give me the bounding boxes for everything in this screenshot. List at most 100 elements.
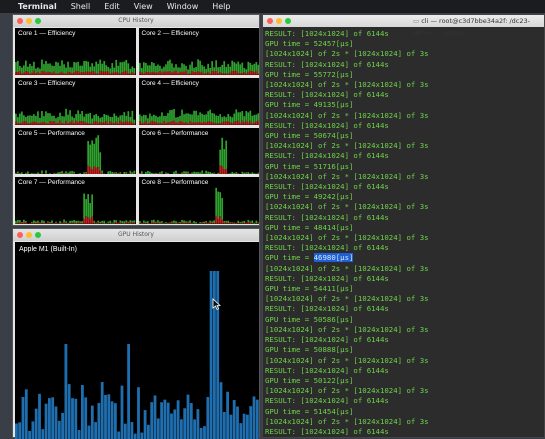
core-system-bar bbox=[233, 121, 235, 124]
zoom-button[interactable] bbox=[35, 232, 41, 238]
core-user-bar bbox=[19, 66, 21, 71]
core-7-graph: Core 7 — Performance bbox=[15, 177, 136, 224]
core-system-bar bbox=[149, 174, 151, 175]
core-system-bar bbox=[143, 74, 145, 75]
core-user-bar bbox=[159, 172, 161, 173]
core-user-bar bbox=[255, 114, 257, 121]
core-user-bar bbox=[111, 172, 113, 174]
core-user-bar bbox=[79, 173, 81, 174]
core-system-bar bbox=[27, 123, 29, 125]
core-user-bar bbox=[191, 223, 193, 224]
core-user-bar bbox=[91, 118, 93, 123]
core-user-bar bbox=[205, 69, 207, 73]
terminal-output[interactable]: RESULT: [1024x1024] of 6144sGPU time = 5… bbox=[265, 29, 544, 437]
core-system-bar bbox=[129, 223, 131, 224]
core-system-bar bbox=[179, 72, 181, 75]
selected-text[interactable]: 46980[μs] bbox=[314, 253, 354, 262]
core-user-bar bbox=[157, 117, 159, 123]
core-user-bar bbox=[239, 112, 241, 123]
core-system-bar bbox=[149, 122, 151, 124]
core-user-bar bbox=[53, 66, 55, 72]
core-user-bar bbox=[73, 118, 75, 123]
core-user-bar bbox=[219, 149, 221, 165]
core-user-bar bbox=[73, 220, 75, 223]
core-user-bar bbox=[229, 67, 231, 73]
core-user-bar bbox=[211, 113, 213, 122]
core-user-bar bbox=[185, 113, 187, 122]
core-system-bar bbox=[31, 223, 33, 224]
core-user-bar bbox=[241, 111, 243, 121]
core-system-bar bbox=[71, 173, 73, 174]
core-system-bar bbox=[173, 223, 175, 224]
core-system-bar bbox=[107, 71, 109, 74]
core-system-bar bbox=[241, 73, 243, 75]
core-system-bar bbox=[225, 168, 227, 174]
core-user-bar bbox=[161, 68, 163, 72]
core-user-bar bbox=[31, 116, 33, 123]
core-user-bar bbox=[153, 63, 155, 72]
terminal-line: GPU time = 50888[μs] bbox=[265, 345, 544, 355]
core-user-bar bbox=[197, 115, 199, 122]
core-system-bar bbox=[143, 223, 145, 224]
core-system-bar bbox=[191, 122, 193, 124]
close-button[interactable] bbox=[17, 232, 23, 238]
core-system-bar bbox=[55, 74, 57, 75]
core-system-bar bbox=[161, 123, 163, 124]
zoom-button[interactable] bbox=[35, 18, 41, 24]
core-system-bar bbox=[65, 121, 67, 125]
menu-edit[interactable]: Edit bbox=[104, 2, 120, 11]
menu-view[interactable]: View bbox=[134, 2, 153, 11]
core-user-bar bbox=[75, 221, 77, 224]
core-system-bar bbox=[151, 174, 153, 175]
core-user-bar bbox=[15, 172, 17, 173]
core-user-bar bbox=[203, 66, 205, 73]
core-user-bar bbox=[235, 172, 237, 174]
close-button[interactable] bbox=[17, 18, 23, 24]
core-user-bar bbox=[147, 170, 149, 173]
core-user-bar bbox=[197, 172, 199, 174]
core-user-bar bbox=[175, 64, 177, 71]
core-system-bar bbox=[39, 174, 41, 175]
core-system-bar bbox=[205, 173, 207, 174]
core-user-bar bbox=[167, 223, 169, 224]
core-user-bar bbox=[255, 221, 257, 224]
cpu-history-titlebar[interactable]: CPU History bbox=[13, 15, 259, 27]
window-controls bbox=[17, 18, 41, 24]
terminal-line: [1024x1024] of 2s * [1024x1024] of 3s bbox=[265, 386, 544, 396]
core-system-bar bbox=[171, 223, 173, 224]
core-user-bar bbox=[159, 222, 161, 224]
menu-help[interactable]: Help bbox=[212, 2, 230, 11]
core-system-bar bbox=[209, 223, 211, 224]
core-system-bar bbox=[65, 173, 67, 174]
core-system-bar bbox=[35, 73, 37, 74]
core-system-bar bbox=[197, 122, 199, 125]
core-system-bar bbox=[47, 72, 49, 75]
minimize-button[interactable] bbox=[276, 18, 282, 24]
core-system-bar bbox=[153, 223, 155, 224]
core-user-bar bbox=[121, 115, 123, 122]
terminal-line: GPU time = 52457[μs] bbox=[265, 39, 544, 49]
core-system-bar bbox=[231, 174, 233, 175]
core-user-bar bbox=[57, 117, 59, 123]
core-system-bar bbox=[109, 173, 111, 174]
core-system-bar bbox=[201, 223, 203, 224]
core-user-bar bbox=[243, 172, 245, 173]
core-system-bar bbox=[109, 121, 111, 124]
core-user-bar bbox=[111, 63, 113, 72]
core-user-bar bbox=[211, 61, 213, 71]
core-user-bar bbox=[37, 221, 39, 223]
menu-window[interactable]: Window bbox=[167, 2, 199, 11]
core-user-bar bbox=[199, 172, 201, 173]
gpu-history-titlebar[interactable]: GPU History bbox=[13, 229, 259, 241]
close-button[interactable] bbox=[267, 18, 273, 24]
zoom-button[interactable] bbox=[285, 18, 291, 24]
menu-shell[interactable]: Shell bbox=[71, 2, 91, 11]
core-user-bar bbox=[183, 114, 185, 123]
menu-app-terminal[interactable]: Terminal bbox=[18, 2, 57, 11]
terminal-titlebar[interactable]: ▭ cli — root@c3d7bbe34a2f: /dc23-demo — … bbox=[263, 15, 544, 27]
core-system-bar bbox=[119, 74, 121, 75]
core-system-bar bbox=[227, 74, 229, 75]
core-system-bar bbox=[155, 173, 157, 174]
minimize-button[interactable] bbox=[26, 18, 32, 24]
minimize-button[interactable] bbox=[26, 232, 32, 238]
